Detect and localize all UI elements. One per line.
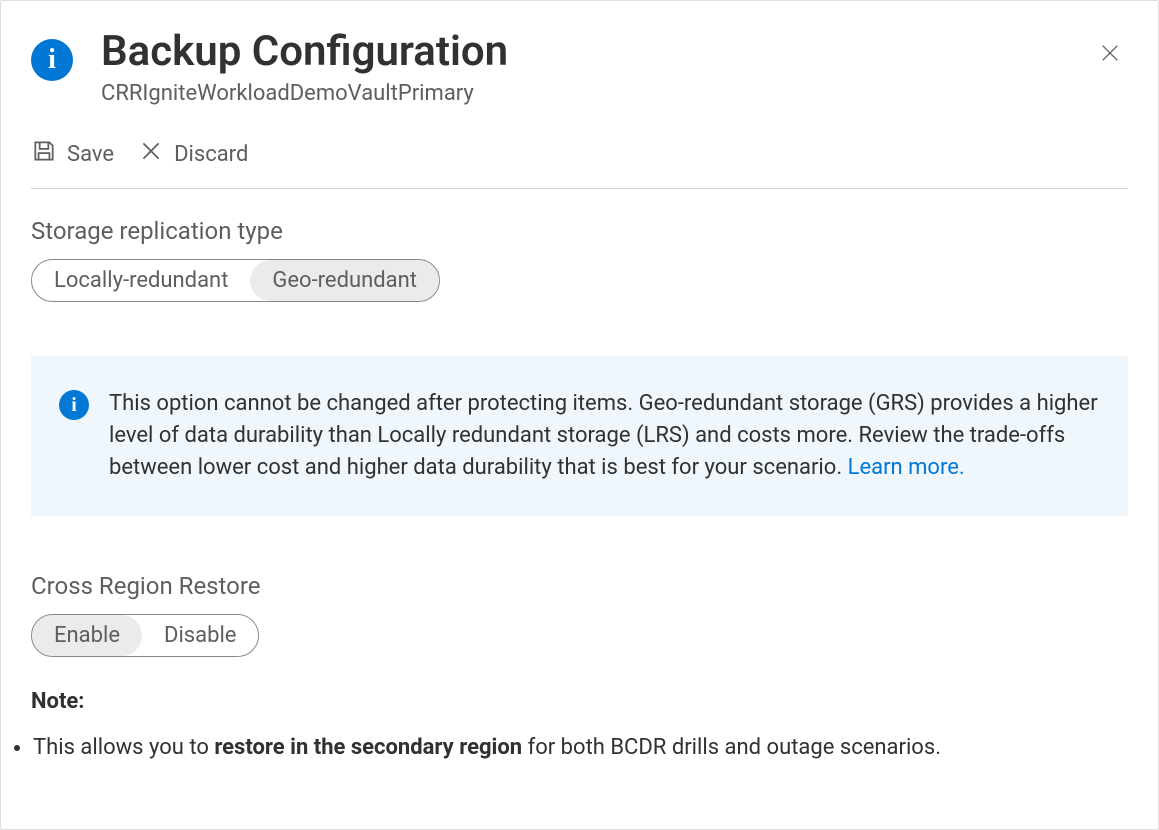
save-icon [31,138,57,170]
info-icon: i [59,390,89,420]
divider [31,188,1128,189]
note-prefix: This allows you to [33,735,214,760]
save-label: Save [67,142,114,167]
option-locally-redundant[interactable]: Locally-redundant [32,260,250,301]
note-bold: restore in the secondary region [214,735,522,760]
crr-toggle[interactable]: Enable Disable [31,614,259,657]
option-enable[interactable]: Enable [32,615,142,656]
note-heading: Note: [1,657,1158,714]
option-geo-redundant[interactable]: Geo-redundant [250,260,439,301]
header-text-block: Backup Configuration CRRIgniteWorkloadDe… [101,29,1092,106]
page-title: Backup Configuration [101,29,1092,75]
discard-button[interactable]: Discard [138,138,248,170]
close-button[interactable] [1092,35,1128,71]
storage-replication-label: Storage replication type [1,217,1158,245]
note-bullet: This allows you to restore in the second… [33,732,1128,764]
close-icon [1099,42,1121,64]
panel-header: i Backup Configuration CRRIgniteWorkload… [1,29,1158,106]
discard-icon [138,138,164,170]
command-bar: Save Discard [1,106,1158,188]
info-icon: i [31,39,73,81]
discard-label: Discard [174,142,248,167]
option-disable[interactable]: Disable [142,615,258,656]
info-callout: i This option cannot be changed after pr… [31,356,1128,516]
note-suffix: for both BCDR drills and outage scenario… [522,735,941,760]
note-list: This allows you to restore in the second… [11,714,1158,764]
callout-text: This option cannot be changed after prot… [109,388,1100,484]
vault-name: CRRIgniteWorkloadDemoVaultPrimary [101,81,1092,106]
save-button[interactable]: Save [31,138,114,170]
crr-label: Cross Region Restore [1,572,1158,600]
backup-config-panel: i Backup Configuration CRRIgniteWorkload… [0,0,1159,830]
learn-more-link[interactable]: Learn more. [848,455,965,480]
storage-replication-toggle[interactable]: Locally-redundant Geo-redundant [31,259,440,302]
